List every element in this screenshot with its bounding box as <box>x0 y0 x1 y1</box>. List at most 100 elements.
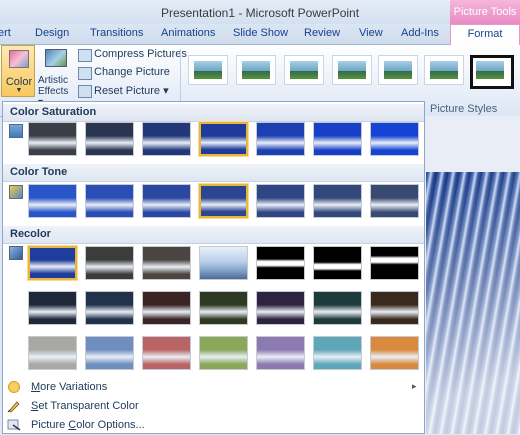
recolor-icon <box>9 246 23 260</box>
change-picture-button[interactable]: Change Picture <box>78 65 178 81</box>
label-rest: et Transparent Color <box>38 400 139 412</box>
picture-style-2[interactable] <box>236 55 276 85</box>
chevron-down-icon: ▼ <box>15 87 23 94</box>
tone-swatch-6[interactable] <box>313 184 362 218</box>
recolor-row2-swatch-7[interactable] <box>370 291 419 325</box>
tab-slide-show[interactable]: Slide Show <box>233 27 288 39</box>
recolor-row3-swatch-6[interactable] <box>313 336 362 370</box>
title-bar: Presentation1 - Microsoft PowerPoint Pic… <box>0 0 520 24</box>
tone-swatch-7[interactable] <box>370 184 419 218</box>
recolor-row1-swatch-3[interactable] <box>142 246 191 280</box>
picture-style-thumbnail <box>194 61 222 79</box>
color-gallery-dropdown: Color Saturation Color Tone Recolor More… <box>2 101 425 434</box>
set-transparent-color-menu-item[interactable]: Set Transparent Color <box>3 397 424 415</box>
color-options-label: Picture Color Options... <box>31 419 145 431</box>
recolor-row1-swatch-6[interactable] <box>313 246 362 280</box>
saturation-swatch-7[interactable] <box>370 122 419 156</box>
recolor-row3-swatch-2[interactable] <box>85 336 134 370</box>
tab-review[interactable]: Review <box>304 27 340 39</box>
compress-pictures-button[interactable]: Compress Pictures <box>78 47 187 63</box>
recolor-row1-swatch-1[interactable] <box>28 246 77 280</box>
picture-style-7[interactable] <box>470 55 514 89</box>
chevron-down-icon: ▾ <box>163 85 169 97</box>
saturation-swatch-2[interactable] <box>85 122 134 156</box>
color-button[interactable]: Color ▼ <box>1 45 35 97</box>
compress-pictures-label: Compress Pictures <box>94 48 187 60</box>
accelerator-key: M <box>31 381 41 393</box>
picture-style-thumbnail <box>384 61 412 79</box>
tab-add-ins[interactable]: Add-Ins <box>401 27 439 39</box>
recolor-row1-swatch-5[interactable] <box>256 246 305 280</box>
recolor-row3-swatch-1[interactable] <box>28 336 77 370</box>
window-title: Presentation1 - Microsoft PowerPoint <box>160 6 360 20</box>
color-tone-header: Color Tone <box>3 164 424 182</box>
picture-style-thumbnail <box>476 61 504 79</box>
tone-swatch-1[interactable] <box>28 184 77 218</box>
picture-style-4[interactable] <box>332 55 372 85</box>
recolor-row3-swatch-5[interactable] <box>256 336 305 370</box>
reset-picture-icon <box>78 85 92 98</box>
saturation-swatch-6[interactable] <box>313 122 362 156</box>
label-rest: ore Variations <box>40 381 108 393</box>
recolor-row2-swatch-5[interactable] <box>256 291 305 325</box>
tone-swatch-2[interactable] <box>85 184 134 218</box>
recolor-row2-swatch-6[interactable] <box>313 291 362 325</box>
section-title: Color Tone <box>10 166 68 178</box>
tone-swatch-4[interactable] <box>199 184 248 218</box>
picture-style-1[interactable] <box>188 55 228 85</box>
tab-format[interactable]: Format <box>450 24 520 45</box>
recolor-header: Recolor <box>3 226 424 244</box>
picture-color-options-menu-item[interactable]: Picture Color Options... <box>3 416 424 434</box>
ribbon-tab-row: ert Design Transitions Animations Slide … <box>0 24 520 45</box>
label-rest: olor Options... <box>76 419 145 431</box>
picture-style-6[interactable] <box>424 55 464 85</box>
picture-style-5[interactable] <box>378 55 418 85</box>
recolor-row3-swatch-4[interactable] <box>199 336 248 370</box>
more-variations-menu-item[interactable]: More Variations ▸ <box>3 378 424 396</box>
recolor-row2-swatch-2[interactable] <box>85 291 134 325</box>
tab-insert[interactable]: ert <box>0 27 11 39</box>
saturation-swatch-3[interactable] <box>142 122 191 156</box>
set-transparent-label: Set Transparent Color <box>31 400 139 412</box>
recolor-row2-swatch-4[interactable] <box>199 291 248 325</box>
recolor-row1-swatch-7[interactable] <box>370 246 419 280</box>
tab-design[interactable]: Design <box>35 27 69 39</box>
slide-picture[interactable] <box>426 172 520 434</box>
tone-swatch-3[interactable] <box>142 184 191 218</box>
picture-tools-contextual-group: Picture Tools <box>450 0 520 24</box>
tab-animations[interactable]: Animations <box>161 27 215 39</box>
section-title: Color Saturation <box>10 106 97 118</box>
tab-view[interactable]: View <box>359 27 383 39</box>
picture-style-thumbnail <box>430 61 458 79</box>
recolor-row2-swatch-3[interactable] <box>142 291 191 325</box>
color-palette-icon <box>9 50 29 68</box>
color-tone-icon <box>9 185 23 199</box>
recolor-row1-swatch-2[interactable] <box>85 246 134 280</box>
reset-picture-button[interactable]: Reset Picture ▾ <box>78 83 178 99</box>
artistic-effects-button[interactable]: Artistic Effects ▾ <box>38 45 76 108</box>
picture-style-3[interactable] <box>284 55 324 85</box>
label-pre: Picture <box>31 419 69 431</box>
recolor-row3-swatch-7[interactable] <box>370 336 419 370</box>
picture-style-thumbnail <box>290 61 318 79</box>
recolor-row3-swatch-3[interactable] <box>142 336 191 370</box>
recolor-row1-swatch-4[interactable] <box>199 246 248 280</box>
change-picture-icon <box>78 67 92 80</box>
saturation-swatch-5[interactable] <box>256 122 305 156</box>
saturation-swatch-4[interactable] <box>199 122 248 156</box>
picture-styles-group-label: Picture Styles <box>430 103 498 115</box>
tone-swatch-5[interactable] <box>256 184 305 218</box>
reset-picture-text: Reset Picture <box>94 85 161 97</box>
more-variations-label: More Variations <box>31 381 107 393</box>
artistic-effects-icon <box>45 49 67 67</box>
artistic-effects-text: Artistic Effects <box>38 75 69 97</box>
saturation-icon <box>9 124 23 138</box>
picture-style-thumbnail <box>338 61 366 79</box>
submenu-arrow-icon: ▸ <box>412 381 417 391</box>
palette-icon <box>7 380 21 394</box>
saturation-swatch-1[interactable] <box>28 122 77 156</box>
pen-icon <box>7 399 21 413</box>
tab-transitions[interactable]: Transitions <box>90 27 143 39</box>
picture-style-thumbnail <box>242 61 270 79</box>
recolor-row2-swatch-1[interactable] <box>28 291 77 325</box>
